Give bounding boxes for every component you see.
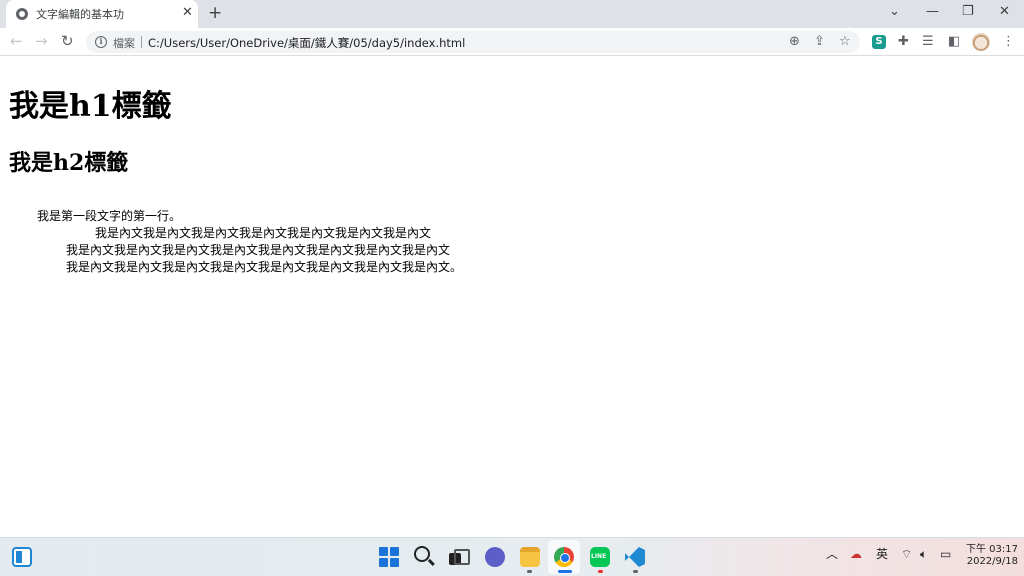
page-heading-h1: 我是h1標籤 — [9, 89, 172, 124]
address-bar[interactable]: i 檔案 C:/Users/User/OneDrive/桌面/鐵人賽/05/da… — [86, 31, 860, 53]
close-window-button[interactable]: ✕ — [999, 4, 1010, 20]
paragraph-line: 我是內文我是內文我是內文我是內文我是內文我是內文我是內文我是內文。 — [66, 260, 463, 274]
system-clock[interactable]: 下午 03:17 2022/9/18 — [966, 544, 1018, 568]
side-panel-icon[interactable]: ◧ — [948, 34, 960, 50]
file-explorer-icon[interactable] — [520, 547, 540, 567]
task-view-icon[interactable] — [449, 549, 470, 565]
show-hidden-icons-chevron[interactable]: ︿ — [826, 546, 838, 562]
puzzle-icon[interactable]: ✚ — [898, 34, 909, 50]
start-icon[interactable] — [379, 547, 399, 567]
menu-icon[interactable]: ⋮ — [1002, 34, 1015, 50]
extension-s-icon[interactable]: S — [872, 35, 886, 49]
battery-icon[interactable]: ▭ — [940, 546, 951, 562]
paragraph-line: 我是內文我是內文我是內文我是內文我是內文我是內文我是內文我是內文 — [66, 243, 451, 257]
paragraph: 我是第一段文字的第一行。 我是內文我是內文我是內文我是內文我是內文我是內文我是內… — [37, 208, 462, 276]
paragraph-line: 我是第一段文字的第一行。 — [37, 209, 182, 223]
onedrive-error-icon[interactable]: ☁ — [850, 546, 862, 562]
chrome-icon[interactable] — [554, 547, 574, 567]
page-viewport: 我是h1標籤 我是h2標籤 我是第一段文字的第一行。 我是內文我是內文我是內文我… — [0, 57, 1024, 537]
close-tab-icon[interactable]: ✕ — [182, 6, 193, 20]
profile-avatar[interactable] — [972, 33, 990, 51]
volume-icon[interactable]: 🔈︎ — [920, 546, 927, 562]
minimize-button[interactable]: — — [926, 4, 939, 20]
zoom-icon[interactable]: ⊕ — [789, 34, 800, 50]
reload-button[interactable]: ↻ — [61, 33, 74, 49]
running-indicator — [558, 570, 572, 573]
clock-time: 下午 03:17 — [966, 544, 1018, 555]
star-icon[interactable]: ☆ — [839, 34, 851, 50]
back-button[interactable]: ← — [10, 33, 23, 49]
omnibox-divider — [141, 36, 142, 48]
tab-search-chevron-icon[interactable]: ⌄ — [889, 4, 900, 20]
search-icon[interactable] — [414, 546, 430, 562]
running-indicator — [633, 570, 638, 573]
page-heading-h2: 我是h2標籤 — [9, 150, 129, 176]
share-icon[interactable]: ⇪ — [814, 34, 825, 50]
globe-favicon-icon — [16, 8, 28, 20]
ime-language-indicator[interactable]: 英 — [876, 546, 888, 562]
clock-date: 2022/9/18 — [966, 556, 1018, 567]
forward-button[interactable]: → — [35, 33, 48, 49]
new-tab-button[interactable]: + — [208, 5, 222, 22]
browser-tab[interactable]: 文字編輯的基本功 ✕ — [6, 0, 198, 28]
paragraph-line: 我是內文我是內文我是內文我是內文我是內文我是內文我是內文 — [95, 226, 432, 240]
reading-list-icon[interactable]: ☰ — [922, 34, 934, 50]
chat-icon[interactable] — [485, 547, 505, 567]
info-icon[interactable]: i — [95, 36, 107, 48]
tab-title: 文字編輯的基本功 — [36, 8, 124, 21]
line-app-icon[interactable] — [590, 547, 610, 567]
taskbar — [0, 537, 1024, 576]
restore-button[interactable]: ❐ — [962, 4, 974, 20]
url-text[interactable]: C:/Users/User/OneDrive/桌面/鐵人賽/05/day5/in… — [148, 35, 465, 51]
widgets-icon[interactable] — [12, 547, 32, 567]
wifi-icon[interactable]: ⌔ — [901, 546, 912, 562]
running-indicator — [527, 570, 532, 573]
title-bar: 文字編輯的基本功 ✕ + ⌄ — ❐ ✕ — [0, 0, 1024, 28]
running-indicator — [598, 570, 603, 573]
site-security-label: 檔案 — [113, 37, 135, 50]
browser-toolbar: ← → ↻ i 檔案 C:/Users/User/OneDrive/桌面/鐵人賽… — [0, 28, 1024, 56]
